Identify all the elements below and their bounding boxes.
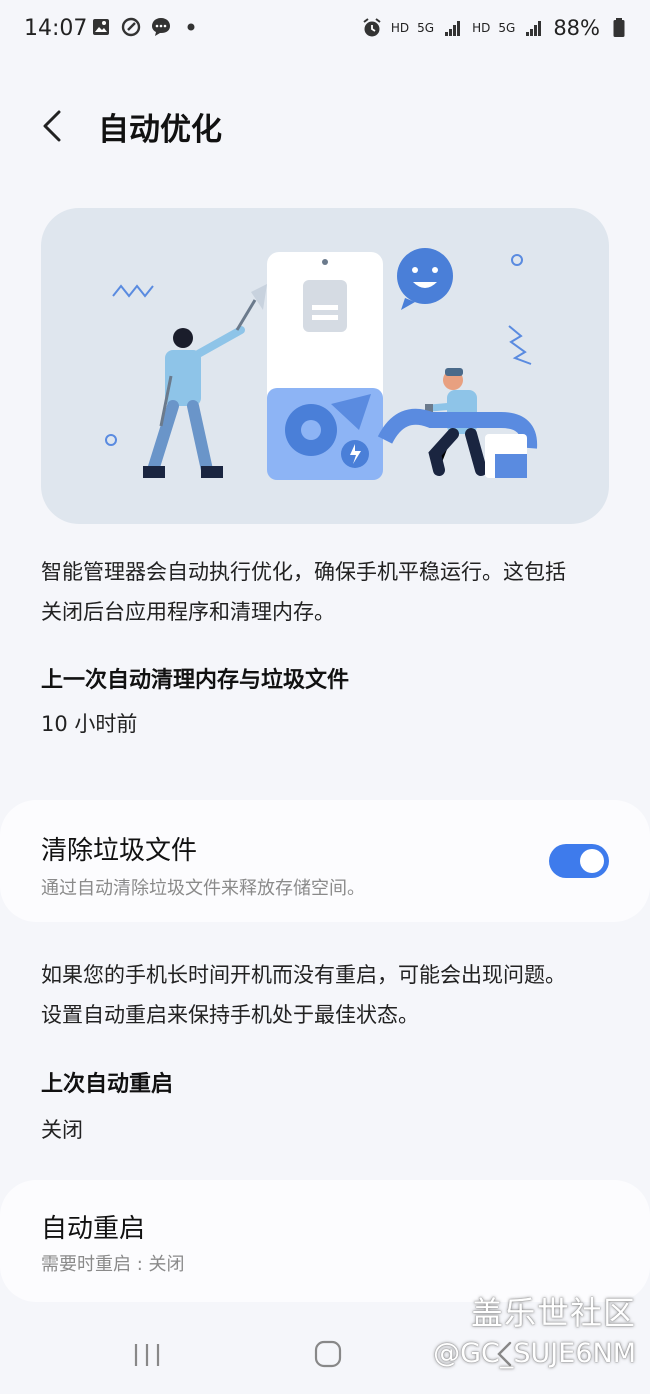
hd-label: HD: [390, 21, 410, 35]
intro-line-2: 关闭后台应用程序和清理内存。: [41, 600, 335, 624]
zigzag-decoration: [112, 284, 154, 298]
clear-junk-toggle[interactable]: [549, 844, 609, 878]
watermark-brand: 盖乐世社区: [470, 1294, 636, 1332]
signal-icon-2: [523, 17, 545, 39]
page-title: 自动优化: [98, 112, 222, 148]
status-left-icons: [90, 16, 202, 38]
clear-junk-subtitle: 通过自动清除垃圾文件来释放存储空间。: [41, 878, 365, 899]
5g-signal-icon: 5G: [498, 21, 516, 35]
status-bar: 14:07 HD 5G HD 5G 88%: [0, 0, 650, 60]
page-header: 自动优化: [0, 90, 650, 170]
sync-icon: [120, 16, 142, 38]
last-restart-title: 上次自动重启: [41, 1072, 174, 1097]
smiley-icon: [397, 248, 453, 304]
recent-apps-button[interactable]: [130, 1338, 164, 1372]
auto-restart-title: 自动重启: [41, 1214, 146, 1244]
auto-restart-subtitle: 需要时重启 : 关闭: [41, 1254, 185, 1275]
circle-decoration: [511, 254, 523, 266]
status-time: 14:07: [24, 16, 88, 41]
chevron-left-icon: [43, 110, 61, 142]
alarm-icon: [361, 17, 383, 39]
last-clean-title: 上一次自动清理内存与垃圾文件: [41, 668, 350, 693]
last-restart-value: 关闭: [41, 1118, 83, 1142]
watermark-user: @GC_SUJE6NM: [433, 1338, 636, 1369]
signal-icon: [442, 17, 464, 39]
hero-illustration: [41, 208, 609, 524]
battery-percent: 88%: [553, 16, 600, 40]
intro-line-1: 智能管理器会自动执行优化，确保手机平稳运行。这包括: [41, 560, 566, 584]
status-right: HD 5G HD 5G 88%: [361, 16, 630, 40]
restart-line-1: 如果您的手机长时间开机而没有重启，可能会出现问题。: [41, 963, 566, 987]
battery-icon: [608, 17, 630, 39]
auto-restart-card[interactable]: 自动重启 需要时重启 : 关闭: [0, 1180, 650, 1302]
intro-description: 智能管理器会自动执行优化，确保手机平稳运行。这包括 关闭后台应用程序和清理内存。: [41, 552, 611, 632]
circle-decoration-2: [105, 434, 117, 446]
hd-label-2: HD: [472, 21, 491, 35]
5g-icon: 5G: [417, 21, 435, 35]
device-care-illustration: [105, 248, 538, 480]
toggle-knob: [580, 849, 604, 873]
clear-junk-title: 清除垃圾文件: [41, 836, 198, 866]
home-icon: [314, 1340, 342, 1368]
home-button[interactable]: [312, 1338, 344, 1370]
restart-line-2: 设置自动重启来保持手机处于最佳状态。: [41, 1003, 419, 1027]
last-clean-value: 10 小时前: [41, 712, 138, 736]
back-button[interactable]: [34, 106, 74, 146]
dot-icon: [180, 16, 202, 38]
clear-junk-card[interactable]: 清除垃圾文件 通过自动清除垃圾文件来释放存储空间。: [0, 800, 650, 922]
gallery-icon: [90, 16, 112, 38]
chat-icon: [150, 16, 172, 38]
zigzag-decoration-2: [508, 325, 532, 365]
restart-description: 如果您的手机长时间开机而没有重启，可能会出现问题。 设置自动重启来保持手机处于最…: [41, 955, 611, 1035]
recent-apps-icon: [134, 1344, 160, 1366]
